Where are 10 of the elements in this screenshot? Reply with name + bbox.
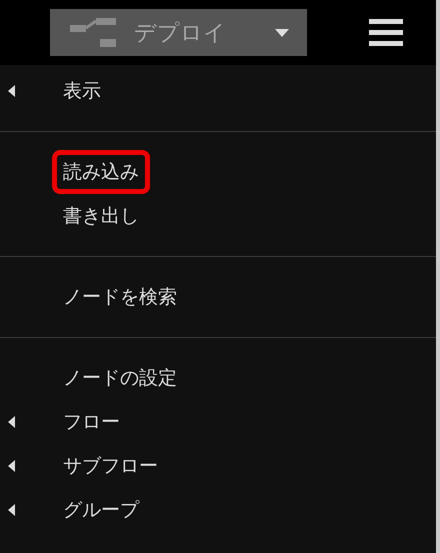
menu-item[interactable]: グループ [0,488,436,532]
menu-item[interactable]: フロー [0,400,436,444]
menu-item[interactable]: ノードの設定 [0,356,436,400]
menu-item[interactable]: 読み込み [0,150,436,194]
menu-icon[interactable] [369,18,403,46]
menu-item[interactable]: ノードを検索 [0,275,436,319]
menu-item[interactable]: 表示 [0,69,436,113]
caret-icon [275,28,289,36]
menu-item[interactable]: 書き出し [0,194,436,238]
menu-item[interactable]: サブフロー [0,444,436,488]
